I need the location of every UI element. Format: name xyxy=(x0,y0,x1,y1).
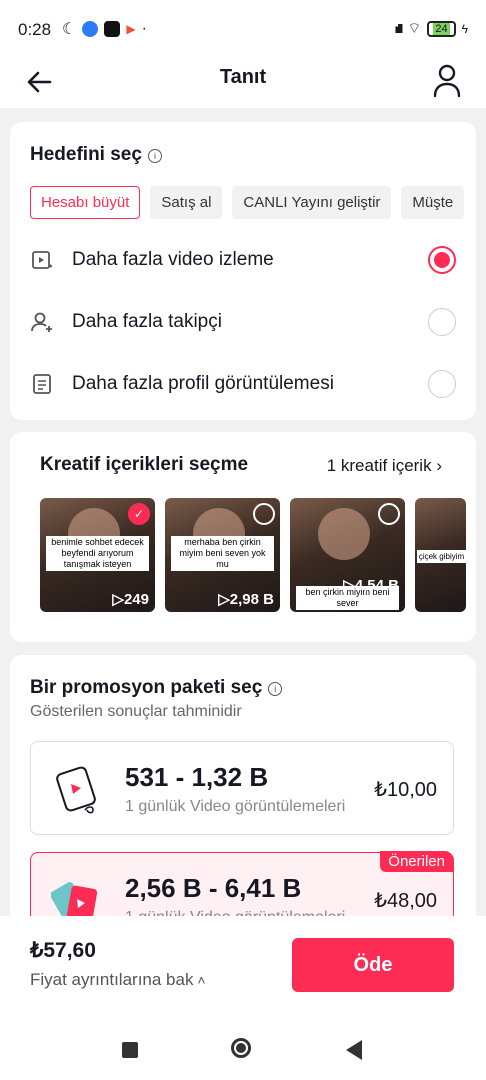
goal-option-video-views[interactable]: Daha fazla video izleme xyxy=(30,240,456,280)
chip-get-sales[interactable]: Satış al xyxy=(150,186,223,219)
system-navigation-bar xyxy=(0,1014,486,1080)
checkout-bar: ₺57,60 Fiyat ayrıntılarına bak ˄ Öde xyxy=(0,916,486,1014)
document-icon xyxy=(33,374,51,394)
radio-unselected[interactable] xyxy=(428,308,456,336)
tiktok-icon xyxy=(104,21,121,37)
goal-option-label: Daha fazla video izleme xyxy=(72,249,274,270)
top-navbar: Tanıt xyxy=(0,56,486,108)
thumbnail-views: ▷249 xyxy=(112,591,149,608)
chip-boost-live[interactable]: CANLI Yayını geliştir xyxy=(232,186,392,219)
chip-grow-account[interactable]: Hesabı büyüt xyxy=(30,186,141,219)
video-play-icon xyxy=(32,251,52,269)
package-range: 531 - 1,32 B xyxy=(125,762,269,792)
goal-option-profile-views[interactable]: Daha fazla profil görüntülemesi xyxy=(30,364,456,404)
creative-thumbnails: benimle sohbet edecek beyfendi arıyorum … xyxy=(40,498,466,612)
creative-thumbnail[interactable]: benimle sohbet edecek beyfendi arıyorum … xyxy=(40,498,155,612)
goal-option-label: Daha fazla profil görüntülemesi xyxy=(72,373,334,394)
goal-heading: Hedefini seç xyxy=(30,144,142,165)
battery-icon: 24 xyxy=(427,20,456,37)
play-store-icon: ▶ xyxy=(126,22,136,36)
thumbnail-views: ▷2,98 B xyxy=(218,591,274,608)
total-price: ₺57,60 xyxy=(30,939,96,962)
package-heading-wrap: Bir promosyon paketi seç i xyxy=(30,677,283,699)
recents-icon[interactable] xyxy=(122,1042,138,1058)
creative-thumbnail[interactable]: çiçek gibiyim xyxy=(415,498,466,612)
package-heading: Bir promosyon paketi seç xyxy=(30,677,263,698)
goal-card: Hedefini seç i Hesabı büyüt Satış al CANL… xyxy=(10,122,476,420)
page-title: Tanıt xyxy=(219,66,267,88)
package-subtitle: Gösterilen sonuçlar tahminidir xyxy=(30,703,242,720)
creative-count-label: 1 kreatif içerik xyxy=(326,456,432,475)
goal-heading-wrap: Hedefini seç i xyxy=(30,144,162,166)
battery-level: 24 xyxy=(433,22,450,35)
home-icon[interactable] xyxy=(231,1038,251,1058)
package-option[interactable]: 531 - 1,32 B 1 günlük Video görüntülemel… xyxy=(30,741,454,835)
creative-card: Kreatif içerikleri seçme 1 kreatif içeri… xyxy=(10,432,476,642)
charging-icon: ϟ xyxy=(461,21,468,36)
thumbnail-views: ▷4,54 B xyxy=(343,577,399,594)
thumbnail-caption: benimle sohbet edecek beyfendi arıyorum … xyxy=(46,536,149,571)
select-circle-icon[interactable] xyxy=(378,503,400,525)
price-details-link[interactable]: Fiyat ayrıntılarına bak ˄ xyxy=(30,970,206,990)
chevron-up-icon: ˄ xyxy=(193,972,206,988)
add-user-icon xyxy=(31,312,52,332)
package-price: ₺48,00 xyxy=(374,890,437,912)
status-right: ıılll ⌔ 24 ϟ xyxy=(395,19,468,38)
thumbnail-caption: çiçek gibiyim xyxy=(417,550,466,563)
select-circle-icon[interactable] xyxy=(253,503,275,525)
back-icon[interactable] xyxy=(346,1040,362,1060)
recommended-badge: Önerilen xyxy=(380,851,453,872)
creative-heading: Kreatif içerikleri seçme xyxy=(40,454,249,475)
chip-customer[interactable]: Müşte xyxy=(401,186,465,219)
moon-icon: ☾ xyxy=(62,21,77,38)
info-icon[interactable]: i xyxy=(147,148,162,163)
info-icon[interactable]: i xyxy=(268,681,283,696)
package-description: 1 günlük Video görüntülemeleri xyxy=(125,798,346,815)
status-bar: 0:28 ☾ ▶ · ıılll ⌔ 24 ϟ xyxy=(0,0,486,56)
pay-button[interactable]: Öde xyxy=(292,938,454,992)
wifi-icon: ⌔ xyxy=(407,20,422,37)
creative-count-link[interactable]: 1 kreatif içerik › xyxy=(327,456,442,476)
goal-chips: Hesabı büyüt Satış al CANLI Yayını geliş… xyxy=(30,186,465,219)
dot-icon: · xyxy=(141,20,147,37)
video-card-icon xyxy=(56,766,96,814)
signal-icon: ıılll xyxy=(394,21,404,36)
profile-icon[interactable] xyxy=(430,62,464,100)
checkmark-icon[interactable]: ✓ xyxy=(128,503,150,525)
chat-icon xyxy=(82,21,99,37)
package-price: ₺10,00 xyxy=(374,779,437,801)
chevron-right-icon: › xyxy=(436,456,442,475)
package-range: 2,56 B - 6,41 B xyxy=(125,873,302,903)
price-details-label: Fiyat ayrıntılarına bak xyxy=(30,970,194,989)
radio-selected[interactable] xyxy=(428,246,456,274)
goal-option-followers[interactable]: Daha fazla takipçi xyxy=(30,302,456,342)
goal-option-label: Daha fazla takipçi xyxy=(72,311,222,332)
creative-thumbnail[interactable]: merhaba ben çirkin miyim beni seven yok … xyxy=(165,498,280,612)
radio-unselected[interactable] xyxy=(428,370,456,398)
status-time: 0:28 xyxy=(18,20,52,39)
thumbnail-caption: merhaba ben çirkin miyim beni seven yok … xyxy=(171,536,274,571)
notification-icons: ☾ ▶ · xyxy=(62,19,147,39)
creative-thumbnail[interactable]: ben çirkin miyim beni sever ▷4,54 B xyxy=(290,498,405,612)
thumbnail-image xyxy=(318,508,370,560)
package-card: Bir promosyon paketi seç i Gösterilen son… xyxy=(10,655,476,935)
